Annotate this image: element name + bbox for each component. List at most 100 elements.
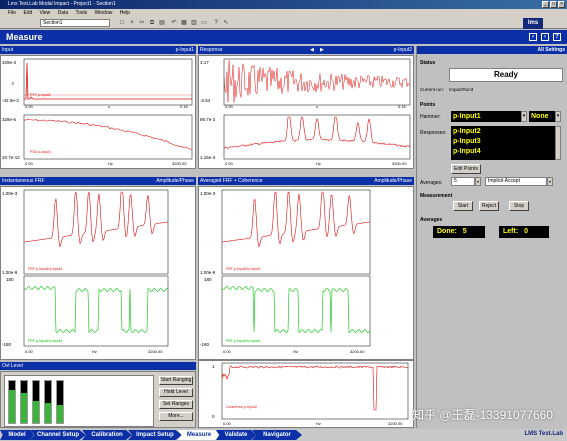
response-spectrum-ytop: 86.7e-3 bbox=[200, 117, 216, 122]
responses-list[interactable]: p-Input2 p-Input3 p-Input4 bbox=[451, 126, 555, 160]
left-counter: Left: 0 bbox=[499, 226, 549, 238]
menu-edit[interactable]: Edit bbox=[23, 10, 32, 16]
averages-input[interactable]: 5 bbox=[451, 177, 475, 186]
response-item-3[interactable]: p-Input4 bbox=[453, 147, 553, 157]
input-ytop: 329e-3 bbox=[2, 60, 17, 65]
input-xlabel: s bbox=[108, 104, 110, 109]
print-icon[interactable]: ▦ bbox=[180, 19, 188, 27]
done-label: Done: bbox=[437, 228, 457, 235]
response-channel-label: p-Input2 bbox=[393, 47, 412, 53]
tab-measure[interactable]: Measure bbox=[178, 430, 220, 440]
hammer-label: Hammer: bbox=[420, 114, 441, 120]
next-channel-icon[interactable]: ▶ bbox=[320, 46, 324, 54]
inst-frf-title: Instantaneous FRF bbox=[2, 178, 45, 184]
close-button[interactable]: × bbox=[558, 1, 565, 8]
tab-model[interactable]: Model bbox=[0, 430, 34, 440]
print-preview-icon[interactable]: ▥ bbox=[190, 19, 198, 27]
all-settings-link[interactable]: All Settings bbox=[537, 46, 565, 54]
undo-icon[interactable]: ↶ bbox=[170, 19, 178, 27]
toolbar: Section1 □ × ✂ ⧉ ▤ ↶ ▦ ▥ ▭ ? ↖ lms bbox=[0, 17, 567, 29]
response-item-1[interactable]: p-Input2 bbox=[453, 127, 553, 137]
tab-navigator[interactable]: Navigator bbox=[252, 430, 302, 440]
response-spectrum-xright: 3200.00 bbox=[392, 161, 407, 166]
response-plots-svg: 3.17 -2.54 0.00 0.16 s 86.7e-3 1.16e-3 0… bbox=[200, 58, 411, 166]
copy-icon[interactable]: ⧉ bbox=[148, 19, 156, 27]
hammer-select[interactable]: p-Input1 bbox=[451, 111, 521, 122]
inst-frf-xright: 3200.00 bbox=[148, 349, 163, 354]
avg-frf-panel-title: Averaged FRF + Coherence Amplitude/Phase bbox=[198, 177, 414, 185]
start-ranging-button[interactable]: Start Ranging bbox=[159, 376, 193, 385]
section-combo[interactable]: Section1 bbox=[40, 19, 110, 27]
context-help-icon[interactable]: ↖ bbox=[222, 19, 230, 27]
ovl-level-label: Ovl Level bbox=[2, 363, 23, 369]
minimize-button[interactable]: _ bbox=[542, 1, 549, 8]
watermark: 知乎 @王磊-13391077660 bbox=[412, 408, 553, 422]
maximize-button[interactable]: □ bbox=[550, 1, 557, 8]
hammer-dropdown-icon[interactable]: ▾ bbox=[521, 111, 527, 122]
input-ybottom: -42.0e-3 bbox=[2, 98, 19, 103]
coherence-svg: 1 0 0.00 3200.00 Hz Coherence p-Input2 bbox=[212, 362, 409, 426]
start-button[interactable]: Start bbox=[453, 201, 473, 211]
reject-button[interactable]: Reject bbox=[479, 201, 499, 211]
averaging-mode-dropdown-icon[interactable]: ▾ bbox=[547, 177, 553, 186]
cut-icon[interactable]: ✂ bbox=[138, 19, 146, 27]
avg-frf-xleft: 0.00 bbox=[223, 349, 232, 354]
input-panel-title: Input p-Input1 bbox=[0, 46, 196, 54]
menu-data[interactable]: Data bbox=[58, 10, 69, 16]
ovl-level-title: Ovl Level bbox=[0, 362, 196, 370]
averages-label: Averages: bbox=[420, 180, 443, 186]
hold-level-button[interactable]: Hold Level bbox=[159, 388, 193, 397]
input-spectrum-xright: 3200.00 bbox=[172, 161, 187, 166]
window-titlebar: Lms Test.Lab Modal Impact - Project1 - S… bbox=[0, 0, 567, 9]
prev-channel-icon[interactable]: ◀ bbox=[310, 46, 314, 54]
more-button[interactable]: More... bbox=[159, 412, 193, 421]
avg-frf-xright: 3200.00 bbox=[350, 349, 365, 354]
tab-calibration[interactable]: Calibration bbox=[82, 430, 132, 440]
hammer-direction-select[interactable]: None bbox=[529, 111, 555, 122]
section-combo-value: Section1 bbox=[43, 20, 63, 26]
help-icon[interactable]: ? bbox=[212, 19, 220, 27]
lms-testlab-logo: LMS Test.Lab bbox=[524, 431, 563, 437]
tab-impact-setup[interactable]: Impact Setup bbox=[128, 430, 182, 440]
inst-frf-phase-bottom: -180 bbox=[2, 342, 12, 347]
responses-scrollbar[interactable] bbox=[555, 126, 561, 160]
averaging-mode-select[interactable]: Implicit Accept bbox=[485, 177, 547, 186]
avg-frf-title: Averaged FRF + Coherence bbox=[200, 178, 263, 184]
menu-tools[interactable]: Tools bbox=[75, 10, 87, 16]
menu-view[interactable]: View bbox=[39, 10, 50, 16]
input-spectrum-xlabel: Hz bbox=[108, 161, 113, 166]
response-xright: 0.16 bbox=[398, 104, 407, 109]
response-item-2[interactable]: p-Input3 bbox=[453, 137, 553, 147]
forward-icon[interactable]: › bbox=[541, 33, 549, 41]
back-icon[interactable]: ‹ bbox=[529, 33, 537, 41]
inst-frf-ybottom: 1.00e-9 bbox=[2, 270, 18, 275]
input-xright: 0.16 bbox=[180, 104, 189, 109]
averages-spinner-icon[interactable]: ▾ bbox=[475, 177, 481, 186]
folder-icon[interactable]: ▭ bbox=[200, 19, 208, 27]
edit-points-button[interactable]: Edit Points bbox=[451, 164, 481, 174]
menu-file[interactable]: File bbox=[8, 10, 16, 16]
menu-bar: File Edit View Data Tools Window Help bbox=[0, 9, 567, 17]
tab-validate[interactable]: Validate bbox=[216, 430, 256, 440]
coherence-xlabel: Hz bbox=[316, 421, 321, 426]
avg-frf-mode[interactable]: Amplitude/Phase bbox=[374, 177, 412, 185]
tab-channel-setup[interactable]: Channel Setup bbox=[30, 430, 86, 440]
inst-frf-amp-frame bbox=[23, 189, 169, 275]
menu-window[interactable]: Window bbox=[95, 10, 113, 16]
paste-icon[interactable]: ▤ bbox=[158, 19, 166, 27]
menu-help[interactable]: Help bbox=[120, 10, 130, 16]
stop-button[interactable]: Stop bbox=[509, 201, 529, 211]
settings-side-panel: All Settings Status Ready Current run: I… bbox=[416, 46, 567, 428]
input-spectrum-ytop: 328e-6 bbox=[2, 117, 17, 122]
avg-frf-phase-top: 180 bbox=[204, 277, 212, 282]
inst-frf-mode[interactable]: Amplitude/Phase bbox=[156, 177, 194, 185]
inst-frf-amp-label: FRF p-Input2/p-Input1 bbox=[28, 267, 62, 271]
delete-icon[interactable]: × bbox=[128, 19, 136, 27]
help-icon[interactable]: ? bbox=[553, 33, 561, 41]
set-ranges-button[interactable]: Set Ranges bbox=[159, 400, 193, 409]
level-bar-1 bbox=[8, 380, 16, 424]
avg-frf-amp-frame bbox=[221, 189, 371, 275]
new-icon[interactable]: □ bbox=[118, 19, 126, 27]
direction-dropdown-icon[interactable]: ▾ bbox=[555, 111, 561, 122]
avg-frf-phase-bottom: -180 bbox=[200, 342, 210, 347]
